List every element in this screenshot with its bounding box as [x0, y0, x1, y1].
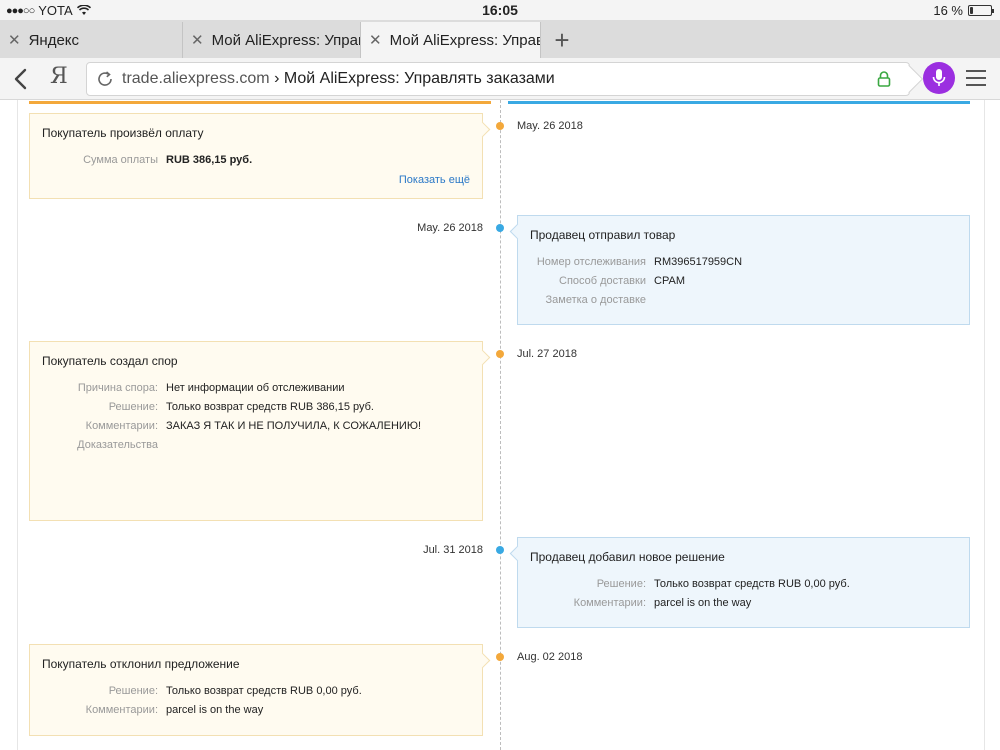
event-title: Продавец добавил новое решение	[530, 550, 725, 564]
close-icon[interactable]: ✕	[191, 31, 204, 49]
row-value: RUB 386,15 руб.	[166, 154, 253, 166]
tab-aliexpress-1[interactable]: ✕ Мой AliExpress: Управ	[183, 22, 361, 58]
close-icon[interactable]: ✕	[8, 31, 21, 49]
event-row: Номер отслеживания RM396517959CN	[530, 256, 957, 269]
url-domain: trade.aliexpress.com	[122, 70, 270, 87]
row-label: Номер отслеживания	[536, 256, 646, 268]
row-label: Решение:	[108, 685, 158, 697]
tab-title: Мой AliExpress: Управ	[211, 31, 360, 49]
url-text: trade.aliexpress.com › Мой AliExpress: У…	[122, 70, 555, 88]
frame-right-border	[984, 100, 985, 750]
event-card-shipment: Продавец отправил товар Номер отслеживан…	[517, 215, 970, 325]
battery-percent: 16 %	[933, 3, 963, 18]
url-separator: ›	[274, 70, 280, 87]
event-row: Причина спора: Нет информации об отслежи…	[42, 382, 470, 395]
row-label: Причина спора:	[77, 382, 158, 394]
tab-yandex[interactable]: ✕ Яндекс	[0, 22, 183, 58]
event-date: Aug. 02 2018	[517, 651, 583, 663]
event-row: Решение: Только возврат средств RUB 386,…	[42, 401, 470, 414]
buyer-column-header	[29, 101, 491, 104]
timeline-dot-seller	[496, 546, 504, 554]
microphone-icon	[932, 69, 946, 86]
row-value: parcel is on the way	[654, 597, 752, 609]
url-page-title: Мой AliExpress: Управлять заказами	[283, 70, 555, 87]
row-value: Только возврат средств RUB 0,00 руб.	[654, 578, 850, 590]
tracking-number: RM396517959CN	[654, 256, 743, 268]
clock: 16:05	[482, 2, 518, 18]
event-row: Комментарии: parcel is on the way	[42, 704, 470, 717]
row-value: Только возврат средств RUB 386,15 руб.	[166, 401, 374, 413]
row-label: Способ доставки	[559, 275, 646, 287]
event-card-dispute: Покупатель создал спор Причина спора: Не…	[29, 341, 483, 521]
row-value: СРАМ	[654, 275, 686, 287]
row-value: Нет информации об отслеживании	[166, 382, 345, 394]
event-row: Способ доставки СРАМ	[530, 275, 957, 288]
row-label: Заметка о доставке	[545, 294, 646, 306]
status-bar: ●●●○○ YOTA 16:05 16 %	[0, 0, 1000, 20]
event-row: Доказательства	[42, 439, 470, 452]
event-row: Заметка о доставке	[530, 294, 957, 307]
event-date: Jul. 27 2018	[517, 348, 577, 360]
event-row: Комментарии: ЗАКАЗ Я ТАК И НЕ ПОЛУЧИЛА, …	[42, 420, 470, 433]
row-label: Решение:	[596, 578, 646, 590]
timeline-dot-buyer	[496, 350, 504, 358]
seller-column-header	[508, 101, 970, 104]
event-row: Решение: Только возврат средств RUB 0,00…	[42, 685, 470, 698]
nav-bar: Я trade.aliexpress.com › Мой AliExpress:…	[0, 58, 1000, 100]
new-tab-button[interactable]: +	[548, 22, 576, 58]
close-icon[interactable]: ✕	[369, 31, 382, 49]
timeline-dot-seller	[496, 224, 504, 232]
row-label: Комментарии:	[573, 597, 646, 609]
event-date: Jul. 31 2018	[423, 544, 483, 556]
tab-bar: ✕ Яндекс ✕ Мой AliExpress: Управ ✕ Мой A…	[0, 20, 1000, 58]
row-label: Комментарии:	[85, 704, 158, 716]
event-row: Решение: Только возврат средств RUB 0,00…	[530, 578, 957, 591]
event-row: Сумма оплаты RUB 386,15 руб.	[42, 154, 470, 167]
event-title: Покупатель отклонил предложение	[42, 657, 240, 671]
yandex-button[interactable]: Я	[50, 64, 68, 89]
event-row: Комментарии: parcel is on the way	[530, 597, 957, 610]
timeline-dot-buyer	[496, 653, 504, 661]
event-title: Покупатель произвёл оплату	[42, 126, 204, 140]
tab-title: Яндекс	[28, 31, 80, 49]
event-title: Продавец отправил товар	[530, 228, 676, 242]
row-value: ЗАКАЗ Я ТАК И НЕ ПОЛУЧИЛА, К СОЖАЛЕНИЮ!	[166, 420, 421, 432]
frame-left-border	[17, 100, 18, 750]
event-card-seller-solution: Продавец добавил новое решение Решение: …	[517, 537, 970, 628]
order-history: May. 26 2018 Покупатель произвёл оплату …	[0, 100, 1000, 750]
url-arrow	[894, 64, 924, 94]
tab-title: Мой AliExpress: Управ	[389, 31, 540, 49]
row-label: Решение:	[108, 401, 158, 413]
reload-icon[interactable]	[96, 70, 114, 88]
event-card-payment: Покупатель произвёл оплату Сумма оплаты …	[29, 113, 483, 199]
battery-fill	[970, 7, 973, 14]
battery-icon	[968, 5, 994, 16]
timeline-dot-buyer	[496, 122, 504, 130]
row-label: Доказательства	[77, 439, 158, 451]
event-title: Покупатель создал спор	[42, 354, 178, 368]
back-icon[interactable]	[10, 67, 32, 91]
row-value: Только возврат средств RUB 0,00 руб.	[166, 685, 362, 697]
row-label: Сумма оплаты	[83, 154, 158, 166]
row-label: Комментарии:	[85, 420, 158, 432]
tab-aliexpress-active[interactable]: ✕ Мой AliExpress: Управ	[361, 22, 541, 58]
address-bar[interactable]: trade.aliexpress.com › Мой AliExpress: У…	[86, 62, 924, 96]
status-right: 16 %	[933, 3, 994, 18]
row-value: parcel is on the way	[166, 704, 264, 716]
menu-icon[interactable]	[966, 70, 986, 86]
event-card-rejection: Покупатель отклонил предложение Решение:…	[29, 644, 483, 736]
show-more-link[interactable]: Показать ещё	[399, 174, 470, 186]
voice-search-button[interactable]	[923, 62, 955, 94]
lock-icon	[877, 71, 891, 87]
event-date: May. 26 2018	[417, 222, 483, 234]
event-date: May. 26 2018	[517, 120, 583, 132]
